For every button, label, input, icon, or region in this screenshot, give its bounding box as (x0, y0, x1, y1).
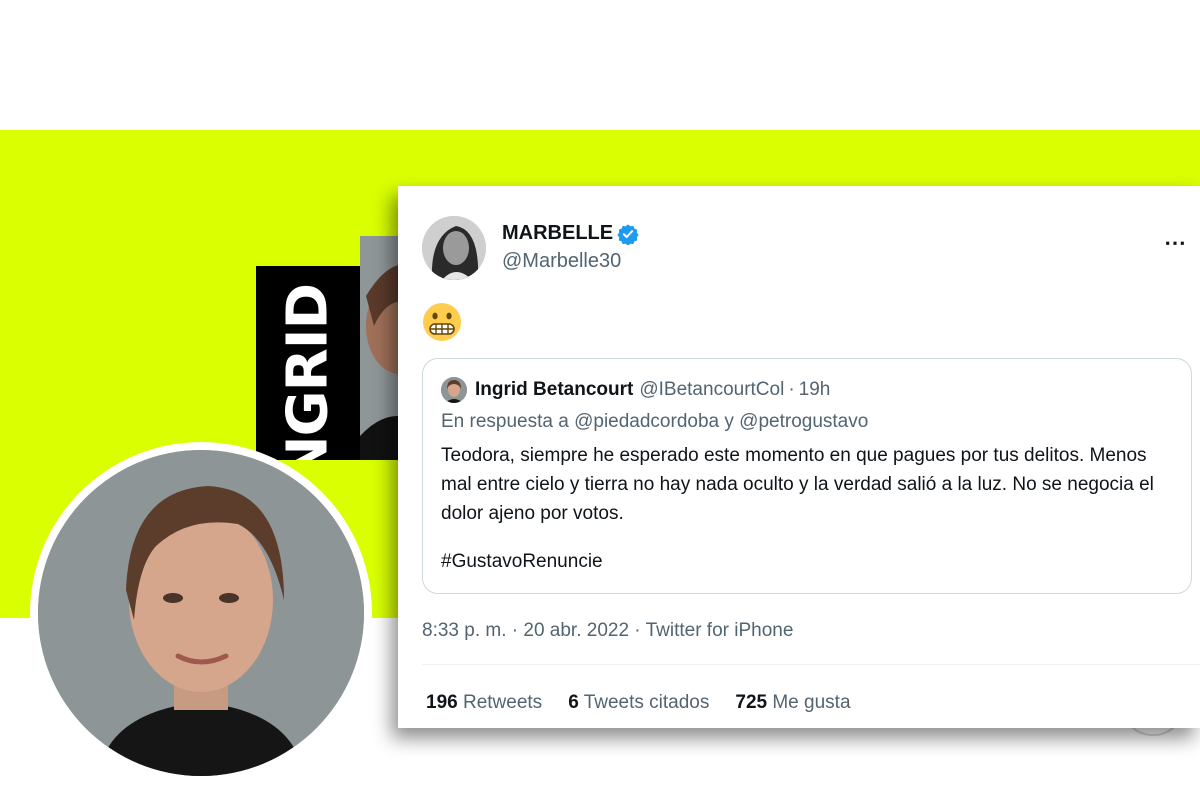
divider (422, 664, 1200, 665)
quote-tweets-stat[interactable]: 6 Tweets citados (568, 692, 709, 714)
tweet-timestamp-source[interactable]: 8:33 p. m. · 20 abr. 2022 · Twitter for … (422, 620, 793, 642)
quoted-tweet-header: Ingrid Betancourt @IBetancourtCol · 19h (441, 377, 830, 403)
likes-stat[interactable]: 725 Me gusta (735, 692, 850, 714)
reply-prefix: En respuesta a (441, 411, 569, 432)
reply-mention-link[interactable]: @petrogustavo (739, 411, 868, 432)
more-options-icon[interactable]: ⋯ (1164, 230, 1187, 256)
verified-badge-icon (617, 223, 639, 245)
likes-count: 725 (735, 692, 768, 713)
tweet-author-name[interactable]: MARBELLE (502, 222, 613, 245)
tweet-author-avatar[interactable] (422, 216, 486, 280)
tweet-author-handle[interactable]: @Marbelle30 (502, 250, 621, 273)
quoted-author-avatar[interactable] (441, 377, 467, 403)
retweets-label: Retweets (462, 692, 543, 713)
retweets-count: 196 (426, 692, 458, 713)
reply-context: En respuesta a @piedadcordoba y @petrogu… (441, 411, 868, 433)
profile-avatar[interactable] (38, 450, 364, 776)
banner-poster-image: INGRID (256, 236, 416, 460)
quote-tweets-label: Tweets citados (583, 692, 710, 713)
hashtag-link[interactable]: #GustavoRenuncie (441, 551, 603, 573)
tweet-author-row: MARBELLE (502, 222, 639, 245)
likes-label: Me gusta (772, 692, 851, 713)
tweet-card[interactable]: MARBELLE @Marbelle30 ⋯ Ingrid Betancourt… (398, 186, 1200, 728)
poster-black-strip: INGRID (256, 266, 360, 460)
retweets-stat[interactable]: 196 Retweets (426, 692, 542, 714)
quoted-tweet-text: Teodora, siempre he esperado este moment… (441, 445, 1154, 524)
quoted-timestamp[interactable]: 19h (799, 379, 831, 401)
poster-title: INGRID (275, 283, 341, 460)
quoted-author-handle[interactable]: @IBetancourtCol (639, 379, 784, 401)
quoted-author-name[interactable]: Ingrid Betancourt (475, 379, 633, 401)
reply-joiner: y (724, 411, 734, 432)
grimacing-face-emoji-icon (423, 303, 461, 341)
reply-mention-link[interactable]: @piedadcordoba (574, 411, 719, 432)
tweet-stats: 196 Retweets 6 Tweets citados 725 Me gus… (426, 692, 877, 714)
quote-tweets-count: 6 (568, 692, 579, 713)
quoted-separator: · (788, 379, 795, 400)
quoted-tweet[interactable]: Ingrid Betancourt @IBetancourtCol · 19h … (422, 358, 1192, 594)
